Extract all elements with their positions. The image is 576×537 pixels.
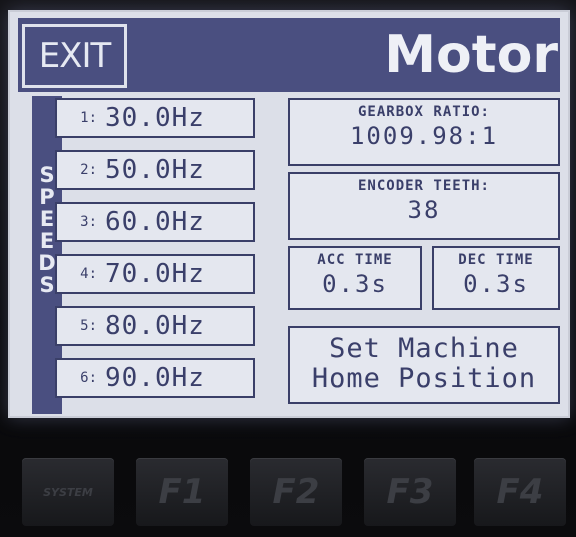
dec-time-value: 0.3s — [463, 270, 529, 298]
speed-index: 6: — [80, 370, 97, 386]
encoder-teeth-label: ENCODER TEETH: — [357, 178, 490, 194]
speed-1-button[interactable]: 1: 30.0Hz — [55, 98, 255, 138]
system-key[interactable]: SYSTEM — [22, 458, 114, 526]
speed-value: 60.0Hz — [105, 207, 205, 237]
gearbox-ratio-value: 1009.98:1 — [349, 122, 499, 150]
encoder-teeth-button[interactable]: ENCODER TEETH: 38 — [288, 172, 560, 240]
dec-time-label: DEC TIME — [458, 252, 534, 268]
speed-value: 70.0Hz — [105, 259, 205, 289]
set-home-position-button[interactable]: Set Machine Home Position — [288, 326, 560, 404]
speeds-letter: E — [39, 229, 55, 253]
speeds-letter: E — [39, 207, 55, 231]
speed-3-button[interactable]: 3: 60.0Hz — [55, 202, 255, 242]
f3-key[interactable]: F3 — [364, 458, 456, 526]
f1-key[interactable]: F1 — [136, 458, 228, 526]
page-title: Motor — [384, 25, 558, 85]
speed-index: 5: — [80, 318, 97, 334]
dec-time-button[interactable]: DEC TIME 0.3s — [432, 246, 560, 310]
speeds-letter: S — [39, 163, 55, 187]
gearbox-ratio-button[interactable]: GEARBOX RATIO: 1009.98:1 — [288, 98, 560, 166]
speed-2-button[interactable]: 2: 50.0Hz — [55, 150, 255, 190]
speed-index: 1: — [80, 110, 97, 126]
speed-value: 50.0Hz — [105, 155, 205, 185]
encoder-teeth-value: 38 — [407, 196, 441, 224]
speed-value: 80.0Hz — [105, 311, 205, 341]
f2-key[interactable]: F2 — [250, 458, 342, 526]
speed-value: 90.0Hz — [105, 363, 205, 393]
lcd-screen: EXIT Motor S P E E D S 1: 30.0Hz 2: 50.0… — [8, 10, 570, 418]
speeds-letter: S — [39, 273, 55, 297]
speed-value: 30.0Hz — [105, 103, 205, 133]
exit-button[interactable]: EXIT — [22, 24, 127, 88]
device-bezel: EXIT Motor S P E E D S 1: 30.0Hz 2: 50.0… — [0, 0, 576, 537]
acc-time-value: 0.3s — [322, 270, 388, 298]
acc-time-button[interactable]: ACC TIME 0.3s — [288, 246, 422, 310]
speed-5-button[interactable]: 5: 80.0Hz — [55, 306, 255, 346]
speed-index: 2: — [80, 162, 97, 178]
speeds-letter: P — [39, 185, 55, 209]
speeds-letter: D — [38, 251, 56, 275]
acc-time-label: ACC TIME — [317, 252, 393, 268]
speed-index: 4: — [80, 266, 97, 282]
speed-index: 3: — [80, 214, 97, 230]
gearbox-ratio-label: GEARBOX RATIO: — [357, 104, 490, 120]
speed-6-button[interactable]: 6: 90.0Hz — [55, 358, 255, 398]
set-home-line1: Set Machine — [329, 333, 519, 364]
f4-key[interactable]: F4 — [474, 458, 566, 526]
speed-4-button[interactable]: 4: 70.0Hz — [55, 254, 255, 294]
set-home-line2: Home Position — [311, 363, 537, 394]
